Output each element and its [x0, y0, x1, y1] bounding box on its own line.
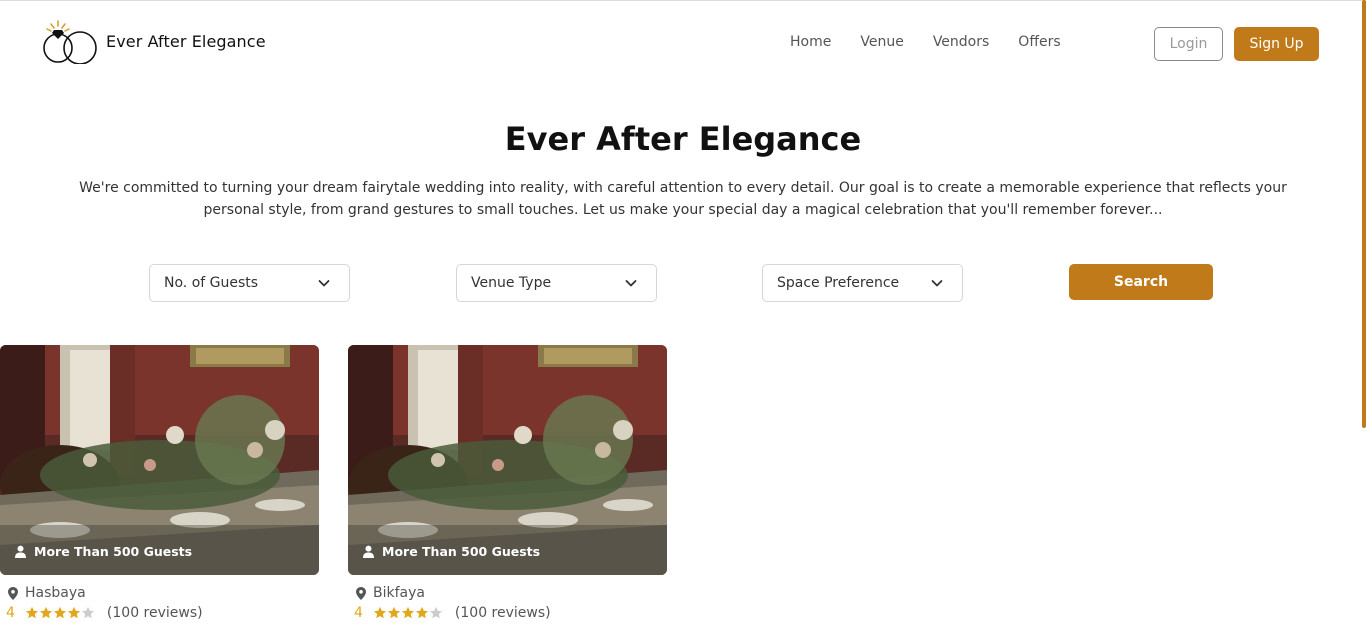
- star-icon: [67, 606, 80, 619]
- guests-select-label: No. of Guests: [164, 275, 259, 291]
- rating-value: 4: [6, 605, 15, 621]
- main-nav: Home Venue Vendors Offers: [790, 34, 1090, 50]
- location-pin-icon: [8, 586, 18, 600]
- space-preference-select-label: Space Preference: [777, 275, 900, 291]
- star-icon: [39, 606, 52, 619]
- nav-venue[interactable]: Venue: [860, 34, 903, 50]
- scrollbar[interactable]: [1362, 0, 1366, 428]
- top-border: [0, 0, 1366, 1]
- venue-card[interactable]: More Than 500 Guests Hasbaya 4 (100 revi…: [0, 345, 319, 621]
- guests-badge: More Than 500 Guests: [14, 544, 192, 559]
- venue-location: Hasbaya: [8, 585, 319, 601]
- star-rating: [373, 606, 443, 620]
- reviews-count[interactable]: (100 reviews): [107, 605, 203, 621]
- venue-location-label: Bikfaya: [373, 585, 425, 601]
- space-preference-select[interactable]: Space Preference: [762, 264, 963, 302]
- login-button[interactable]: Login: [1154, 27, 1223, 61]
- star-icon: [401, 606, 414, 619]
- venue-type-select-label: Venue Type: [471, 275, 552, 291]
- guests-select[interactable]: No. of Guests: [149, 264, 350, 302]
- search-button[interactable]: Search: [1069, 264, 1213, 300]
- signup-button[interactable]: Sign Up: [1234, 27, 1319, 61]
- nav-vendors[interactable]: Vendors: [933, 34, 989, 50]
- venue-location-label: Hasbaya: [25, 585, 86, 601]
- venue-photo: [0, 345, 319, 575]
- hero-description: We're committed to turning your dream fa…: [79, 180, 1287, 218]
- venue-rating: 4 (100 reviews): [354, 605, 667, 621]
- venue-image[interactable]: More Than 500 Guests: [0, 345, 319, 575]
- venue-type-select[interactable]: Venue Type: [456, 264, 657, 302]
- nav-offers[interactable]: Offers: [1018, 34, 1060, 50]
- chevron-down-icon: [625, 280, 637, 287]
- brand-name: Ever After Elegance: [106, 31, 266, 51]
- rings-logo-icon: [43, 20, 97, 64]
- brand-logo[interactable]: Ever After Elegance: [42, 18, 266, 64]
- chevron-down-icon: [931, 280, 943, 287]
- star-icon: [429, 606, 442, 619]
- guests-badge-label: More Than 500 Guests: [34, 544, 193, 559]
- chevron-down-icon: [318, 280, 330, 287]
- star-icon: [53, 606, 66, 619]
- rating-value: 4: [354, 605, 363, 621]
- page-title: Ever After Elegance: [504, 120, 862, 158]
- location-pin-icon: [356, 586, 366, 600]
- venue-location: Bikfaya: [356, 585, 667, 601]
- venue-photo: [348, 345, 667, 575]
- reviews-count[interactable]: (100 reviews): [455, 605, 551, 621]
- star-icon: [373, 606, 386, 619]
- user-icon: [363, 545, 374, 558]
- star-icon: [81, 606, 94, 619]
- star-icon: [25, 606, 38, 619]
- star-icon: [415, 606, 428, 619]
- venue-card[interactable]: More Than 500 Guests Bikfaya 4 (100 revi…: [348, 345, 667, 621]
- guests-badge: More Than 500 Guests: [362, 544, 540, 559]
- venue-image[interactable]: More Than 500 Guests: [348, 345, 667, 575]
- star-icon: [387, 606, 400, 619]
- guests-badge-label: More Than 500 Guests: [382, 544, 541, 559]
- star-rating: [25, 606, 95, 620]
- venue-rating: 4 (100 reviews): [6, 605, 319, 621]
- user-icon: [15, 545, 26, 558]
- nav-home[interactable]: Home: [790, 34, 831, 50]
